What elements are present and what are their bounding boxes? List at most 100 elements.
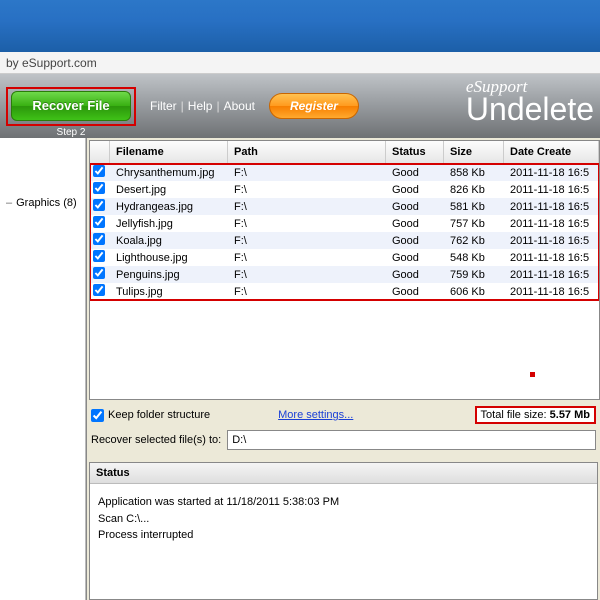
cell-status: Good [386, 234, 444, 248]
cell-size: 858 Kb [444, 166, 504, 180]
cell-filename: Jellyfish.jpg [110, 217, 228, 231]
cell-filename: Hydrangeas.jpg [110, 200, 228, 214]
cell-path: F:\ [228, 183, 386, 197]
cell-filename: Chrysanthemum.jpg [110, 166, 228, 180]
cell-date: 2011-11-18 16:5 [504, 217, 599, 231]
sidebar: – Graphics (8) [0, 138, 86, 600]
total-value: 5.57 Mb [550, 409, 590, 421]
cell-filename: Koala.jpg [110, 234, 228, 248]
cell-date: 2011-11-18 16:5 [504, 268, 599, 282]
vendor-bar: by eSupport.com [0, 52, 600, 74]
cell-filename: Penguins.jpg [110, 268, 228, 282]
cell-status: Good [386, 200, 444, 214]
cell-filename: Desert.jpg [110, 183, 228, 197]
cell-path: F:\ [228, 166, 386, 180]
col-path[interactable]: Path [228, 141, 386, 163]
cell-path: F:\ [228, 200, 386, 214]
table-row[interactable]: Jellyfish.jpgF:\Good757 Kb2011-11-18 16:… [90, 215, 599, 232]
cell-status: Good [386, 251, 444, 265]
grid-header: Filename Path Status Size Date Create [90, 141, 599, 164]
row-checkbox[interactable] [93, 165, 105, 177]
cell-date: 2011-11-18 16:5 [504, 200, 599, 214]
step-label: Step 2 [8, 127, 134, 138]
menu-about[interactable]: About [224, 99, 255, 113]
col-status[interactable]: Status [386, 141, 444, 163]
col-size[interactable]: Size [444, 141, 504, 163]
status-panel: Status Application was started at 11/18/… [89, 462, 598, 600]
cell-path: F:\ [228, 285, 386, 299]
cell-size: 548 Kb [444, 251, 504, 265]
window-titlebar [0, 0, 600, 52]
table-row[interactable]: Tulips.jpgF:\Good606 Kb2011-11-18 16:5 [90, 283, 599, 300]
cell-status: Good [386, 166, 444, 180]
table-row[interactable]: Lighthouse.jpgF:\Good548 Kb2011-11-18 16… [90, 249, 599, 266]
file-grid: Filename Path Status Size Date Create Ch… [89, 140, 600, 400]
cell-status: Good [386, 183, 444, 197]
recover-to-input[interactable] [227, 430, 596, 450]
row-checkbox[interactable] [93, 199, 105, 211]
cell-path: F:\ [228, 217, 386, 231]
toolbar-menu: Filter| Help| About [150, 99, 255, 113]
cell-path: F:\ [228, 251, 386, 265]
cell-status: Good [386, 268, 444, 282]
keep-folder-checkbox[interactable]: Keep folder structure [91, 409, 210, 422]
cell-size: 581 Kb [444, 200, 504, 214]
row-checkbox[interactable] [93, 250, 105, 262]
table-row[interactable]: Desert.jpgF:\Good826 Kb2011-11-18 16:5 [90, 181, 599, 198]
cell-date: 2011-11-18 16:5 [504, 166, 599, 180]
annotation-dot [530, 372, 535, 377]
recover-to-row: Recover selected file(s) to: [91, 430, 596, 450]
keep-folder-label: Keep folder structure [108, 409, 210, 421]
table-row[interactable]: Koala.jpgF:\Good762 Kb2011-11-18 16:5 [90, 232, 599, 249]
cell-size: 762 Kb [444, 234, 504, 248]
cell-path: F:\ [228, 268, 386, 282]
row-checkbox[interactable] [93, 284, 105, 296]
menu-help[interactable]: Help [188, 99, 213, 113]
status-line: Process interrupted [98, 527, 589, 544]
menu-filter[interactable]: Filter [150, 99, 177, 113]
cell-date: 2011-11-18 16:5 [504, 183, 599, 197]
cell-status: Good [386, 285, 444, 299]
brand-logo: eSupport Undelete [466, 78, 594, 125]
keep-folder-input[interactable] [91, 409, 104, 422]
tree-collapse-icon: – [6, 197, 12, 209]
table-row[interactable]: Chrysanthemum.jpgF:\Good858 Kb2011-11-18… [90, 164, 599, 181]
status-line: Application was started at 11/18/2011 5:… [98, 494, 589, 511]
table-row[interactable]: Hydrangeas.jpgF:\Good581 Kb2011-11-18 16… [90, 198, 599, 215]
sidebar-item-graphics[interactable]: – Graphics (8) [0, 193, 85, 213]
status-line: Scan C:\... [98, 511, 589, 528]
cell-size: 757 Kb [444, 217, 504, 231]
cell-size: 759 Kb [444, 268, 504, 282]
total-file-size: Total file size: 5.57 Mb [475, 406, 596, 424]
cell-size: 606 Kb [444, 285, 504, 299]
toolbar: Recover File Step 2 Filter| Help| About … [0, 74, 600, 138]
more-settings-link[interactable]: More settings... [278, 409, 353, 421]
register-button[interactable]: Register [269, 93, 359, 119]
recover-file-button[interactable]: Recover File [11, 91, 131, 121]
row-checkbox[interactable] [93, 216, 105, 228]
cell-size: 826 Kb [444, 183, 504, 197]
cell-date: 2011-11-18 16:5 [504, 251, 599, 265]
row-checkbox[interactable] [93, 267, 105, 279]
col-date[interactable]: Date Create [504, 141, 599, 163]
recover-to-label: Recover selected file(s) to: [91, 434, 221, 446]
row-checkbox[interactable] [93, 182, 105, 194]
recover-highlight: Recover File Step 2 [6, 87, 136, 126]
cell-date: 2011-11-18 16:5 [504, 234, 599, 248]
cell-path: F:\ [228, 234, 386, 248]
col-filename[interactable]: Filename [110, 141, 228, 163]
brand-line2: Undelete [466, 93, 594, 125]
total-prefix: Total file size: [481, 409, 550, 421]
cell-filename: Lighthouse.jpg [110, 251, 228, 265]
cell-date: 2011-11-18 16:5 [504, 285, 599, 299]
grid-body: Chrysanthemum.jpgF:\Good858 Kb2011-11-18… [90, 164, 599, 300]
main-panel: Filename Path Status Size Date Create Ch… [86, 138, 600, 600]
status-header: Status [90, 463, 597, 484]
cell-status: Good [386, 217, 444, 231]
status-body: Application was started at 11/18/2011 5:… [90, 484, 597, 554]
table-row[interactable]: Penguins.jpgF:\Good759 Kb2011-11-18 16:5 [90, 266, 599, 283]
row-checkbox[interactable] [93, 233, 105, 245]
cell-filename: Tulips.jpg [110, 285, 228, 299]
settings-row: Keep folder structure More settings... T… [91, 406, 596, 424]
sidebar-item-label: Graphics (8) [16, 197, 77, 209]
